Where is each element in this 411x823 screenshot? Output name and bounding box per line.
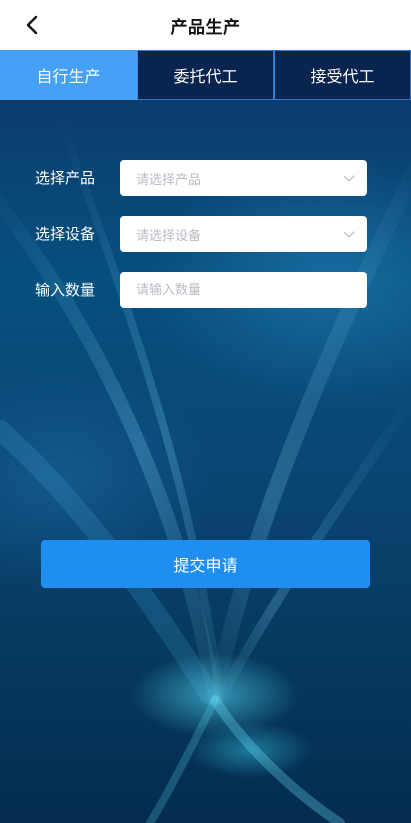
quantity-input[interactable] bbox=[120, 272, 367, 308]
tab-label: 委托代工 bbox=[173, 67, 238, 86]
device-row: 选择设备 请选择设备 bbox=[0, 216, 411, 252]
back-button[interactable] bbox=[18, 11, 46, 39]
main-content: 选择产品 请选择产品 选择设备 请选择设备 输入数量 提交申请 bbox=[0, 100, 411, 823]
chevron-down-icon bbox=[343, 175, 355, 182]
chevron-down-icon bbox=[343, 231, 355, 238]
submit-button[interactable]: 提交申请 bbox=[41, 540, 370, 588]
tab-label: 接受代工 bbox=[310, 67, 375, 86]
product-row: 选择产品 请选择产品 bbox=[0, 160, 411, 196]
product-label: 选择产品 bbox=[35, 169, 96, 187]
chevron-left-icon bbox=[26, 15, 38, 35]
app-screen: 产品生产 自行生产 委托代工 接受代工 选择产品 请选择产品 选择设备 请选择设… bbox=[0, 0, 411, 823]
header-bar: 产品生产 bbox=[0, 0, 411, 50]
tab-outsourced-production[interactable]: 委托代工 bbox=[137, 50, 274, 100]
device-placeholder: 请选择设备 bbox=[136, 228, 202, 244]
tab-self-production[interactable]: 自行生产 bbox=[0, 50, 137, 100]
tab-label: 自行生产 bbox=[36, 67, 101, 86]
product-placeholder: 请选择产品 bbox=[136, 172, 202, 188]
device-select[interactable]: 请选择设备 bbox=[120, 216, 367, 252]
tab-accept-outsourcing[interactable]: 接受代工 bbox=[274, 50, 411, 100]
submit-label: 提交申请 bbox=[173, 556, 238, 575]
page-title: 产品生产 bbox=[170, 17, 241, 38]
tab-bar: 自行生产 委托代工 接受代工 bbox=[0, 50, 411, 100]
device-label: 选择设备 bbox=[35, 225, 96, 243]
quantity-label: 输入数量 bbox=[35, 281, 96, 299]
background-light-rays bbox=[0, 116, 411, 823]
product-select[interactable]: 请选择产品 bbox=[120, 160, 367, 196]
quantity-row: 输入数量 bbox=[0, 272, 411, 308]
